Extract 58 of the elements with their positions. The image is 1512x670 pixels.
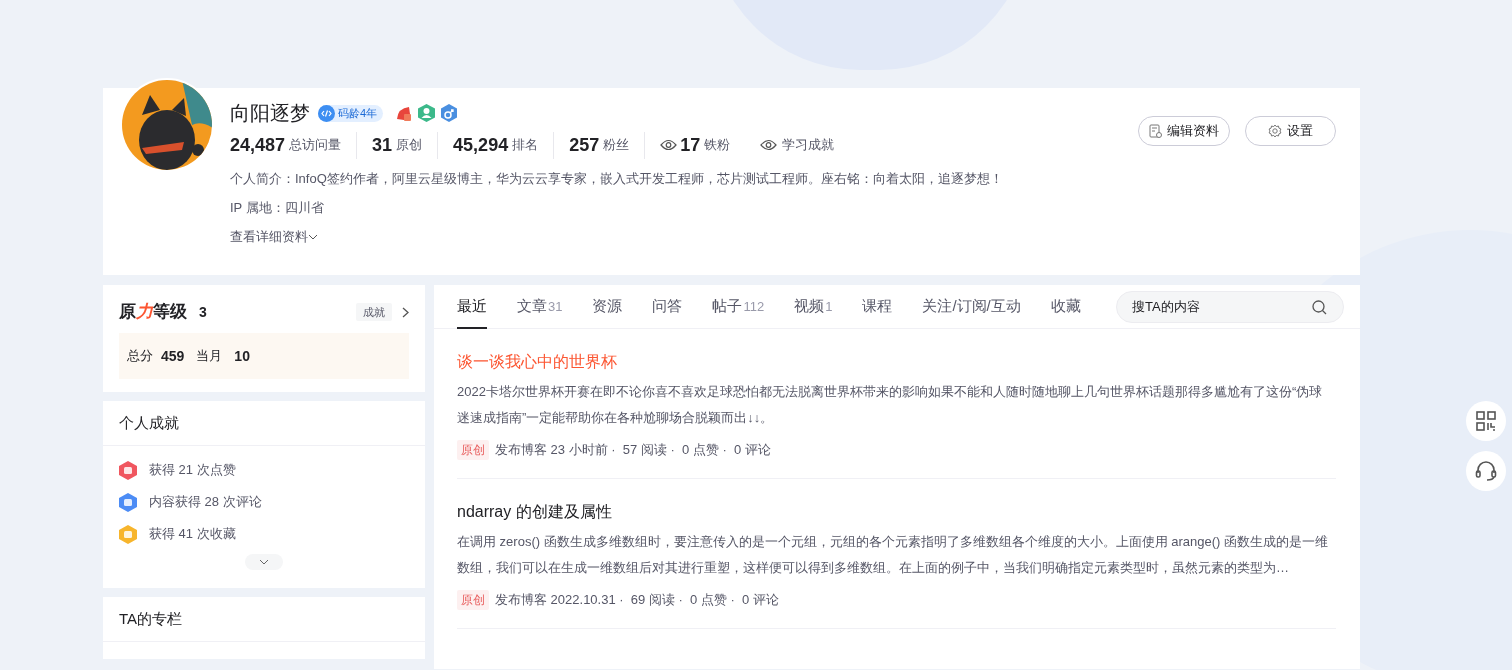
stat-value: 17 bbox=[680, 133, 701, 157]
user-name: 向阳逐梦 bbox=[230, 101, 310, 126]
search-field[interactable]: 搜TA的内容 bbox=[1116, 290, 1344, 323]
chevron-down-icon bbox=[308, 234, 318, 240]
stat-value: 31 bbox=[372, 133, 393, 157]
stat-value: 257 bbox=[569, 133, 600, 157]
details-link[interactable]: 查看详细资料 bbox=[230, 227, 318, 247]
article-summary: 2022卡塔尔世界杯开赛在即不论你喜不喜欢足球恐怕都无法脱离世界杯带来的影响如果不能和人随时随地聊上几句世界杯话题那得多尴尬有了这份“伪球迷速成指南”一定能帮助你在各种尬聊场合脱颖而出↓↓。 bbox=[457, 383, 1324, 427]
original-tag: 原创 bbox=[457, 440, 489, 460]
score-label: 总分 bbox=[127, 347, 153, 366]
tab[interactable]: 关注/订阅/互动 bbox=[922, 284, 1021, 329]
achievement-link[interactable]: 学习成就 bbox=[782, 135, 835, 155]
qr-code-icon bbox=[1476, 411, 1496, 431]
score-value: 10 bbox=[234, 346, 250, 366]
stat-label: 原创 bbox=[396, 136, 423, 155]
score-label: 当月 bbox=[196, 347, 223, 366]
tab[interactable]: 文章31 bbox=[517, 284, 563, 329]
article-summary: 在调用 zeros() 函数生成多维数组时，要注意传入的是一个元组，元组的各个元素指明了多维数组各个维度的大小。上面使用 arange() 函数生成的是一维数组，我们可以在生成一维数组后对其进行重塑，这样便可以得到多维数组。在上面的例子中，当我们明确指定元素类型时，虽然元素的类型为… bbox=[457, 533, 1330, 577]
chevron-down-icon bbox=[259, 559, 269, 565]
bio-text: 个人简介：InfoQ签约作者，阿里云星级博主，华为云云享专家，嵌入式开发工程师，芯片测试工程师。座右铭：向着太阳，追逐梦想！ bbox=[230, 170, 1004, 188]
achievement-text: 获得 41 次收藏 bbox=[149, 525, 236, 544]
tab[interactable]: 课程 bbox=[862, 284, 893, 329]
tab[interactable]: 视频1 bbox=[794, 284, 833, 329]
article-title[interactable]: ndarray 的创建及属性 bbox=[457, 501, 612, 523]
score-value: 459 bbox=[161, 346, 185, 366]
card-title: 个人成就 bbox=[103, 401, 425, 446]
achievement-text: 内容获得 28 次评论 bbox=[149, 493, 262, 512]
stat-label: 总访问量 bbox=[289, 136, 342, 155]
tab[interactable]: 帖子112 bbox=[712, 284, 765, 329]
stat-label: 排名 bbox=[512, 136, 539, 155]
male-badge-icon bbox=[441, 104, 458, 122]
user-badge-icon bbox=[418, 104, 436, 122]
article-meta: 发布博客 23 小时前 · 57 阅读 · 0 点赞 · 0 评论 bbox=[495, 441, 771, 460]
stat-value: 24,487 bbox=[230, 133, 286, 157]
chevron-right-icon bbox=[402, 306, 409, 318]
code-icon bbox=[318, 104, 335, 122]
headset-icon bbox=[1475, 460, 1497, 482]
achievement-text: 获得 21 次点赞 bbox=[149, 461, 236, 480]
tab[interactable]: 资源 bbox=[592, 284, 623, 329]
eye-icon bbox=[660, 139, 678, 151]
ip-location: IP 属地：四川省 bbox=[230, 199, 325, 217]
search-icon bbox=[1312, 299, 1327, 315]
badge-icon bbox=[395, 104, 413, 122]
level-title: 原力等级 bbox=[119, 301, 187, 324]
stat-value: 45,294 bbox=[453, 133, 509, 157]
eye-icon bbox=[760, 139, 778, 151]
settings-icon bbox=[1268, 124, 1282, 138]
level-value: 3 bbox=[199, 302, 207, 322]
article-meta: 发布博客 2022.10.31 · 69 阅读 · 0 点赞 · 0 评论 bbox=[495, 591, 779, 610]
stat-label: 粉丝 bbox=[603, 136, 630, 155]
tab[interactable]: 最近 bbox=[457, 284, 487, 329]
original-tag: 原创 bbox=[457, 590, 489, 610]
tab[interactable]: 问答 bbox=[652, 284, 683, 329]
achievement-button[interactable]: 成就 bbox=[356, 303, 392, 321]
tab[interactable]: 收藏 bbox=[1050, 284, 1081, 329]
card-title: TA的专栏 bbox=[103, 597, 425, 642]
stat-label: 铁粉 bbox=[704, 136, 731, 155]
edit-icon bbox=[1149, 124, 1162, 138]
